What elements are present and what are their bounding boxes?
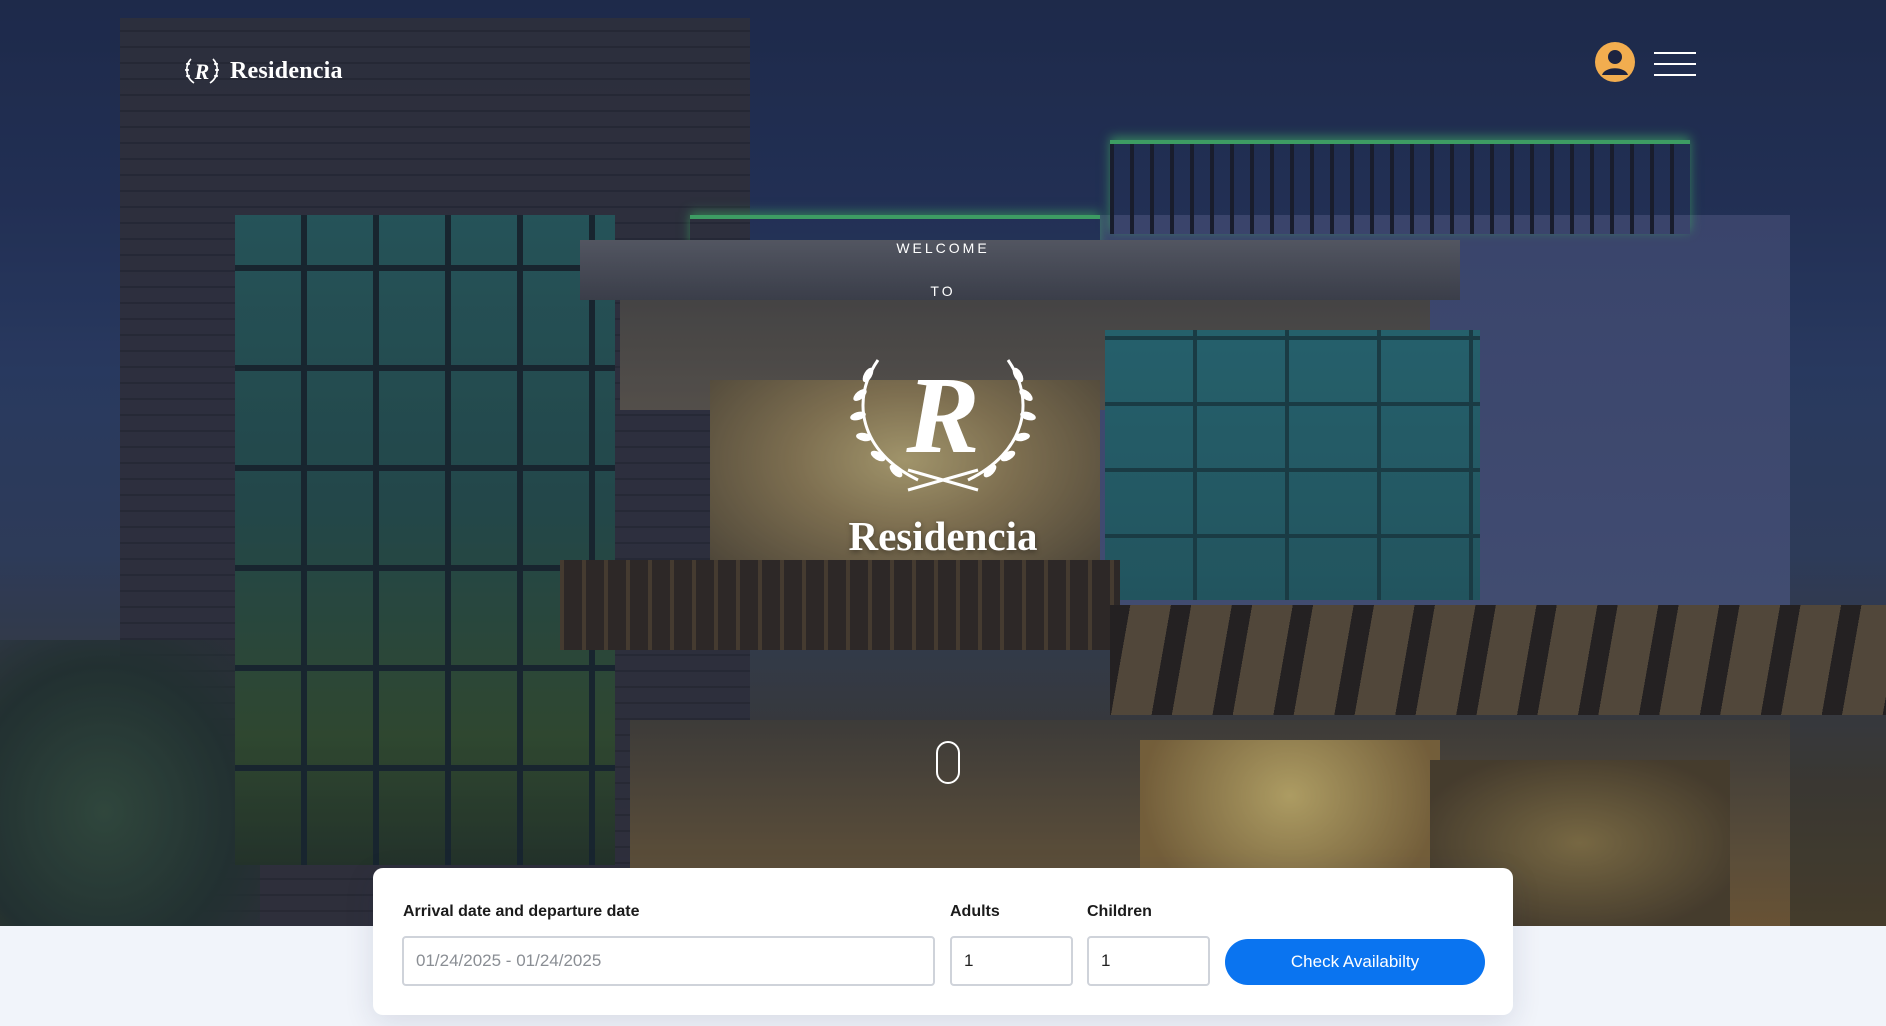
check-availability-button[interactable]: Check Availabilty <box>1225 939 1485 985</box>
hero-section: R Residencia WELCOME TO R Residencia <box>0 0 1886 926</box>
svg-text:R: R <box>194 59 210 84</box>
hamburger-menu-bar <box>1654 63 1696 65</box>
header-brand-name: Residencia <box>230 57 343 84</box>
dates-label: Arrival date and departure date <box>403 903 640 920</box>
booking-form: Arrival date and departure date Adults C… <box>373 868 1513 1015</box>
adults-input[interactable] <box>950 936 1073 986</box>
mouse-scroll-icon[interactable] <box>936 741 960 784</box>
residencia-logo-icon: R <box>185 58 219 84</box>
svg-text:R: R <box>905 354 979 476</box>
hero-brand-name: Residencia <box>848 513 1038 559</box>
hamburger-menu-icon <box>1654 52 1696 54</box>
header-logo-link[interactable]: R Residencia <box>182 55 343 87</box>
welcome-to-text: TO <box>930 283 956 299</box>
hamburger-menu-button[interactable] <box>1654 50 1696 78</box>
children-label: Children <box>1087 903 1152 920</box>
welcome-text: WELCOME <box>896 240 990 256</box>
adults-label: Adults <box>950 903 1000 920</box>
children-input[interactable] <box>1087 936 1210 986</box>
date-range-input[interactable] <box>402 936 935 986</box>
hamburger-menu-bar <box>1654 74 1696 76</box>
user-circle-icon <box>1602 50 1628 75</box>
laurel-emblem-icon: R <box>850 354 1036 492</box>
user-account-button[interactable] <box>1595 42 1635 82</box>
